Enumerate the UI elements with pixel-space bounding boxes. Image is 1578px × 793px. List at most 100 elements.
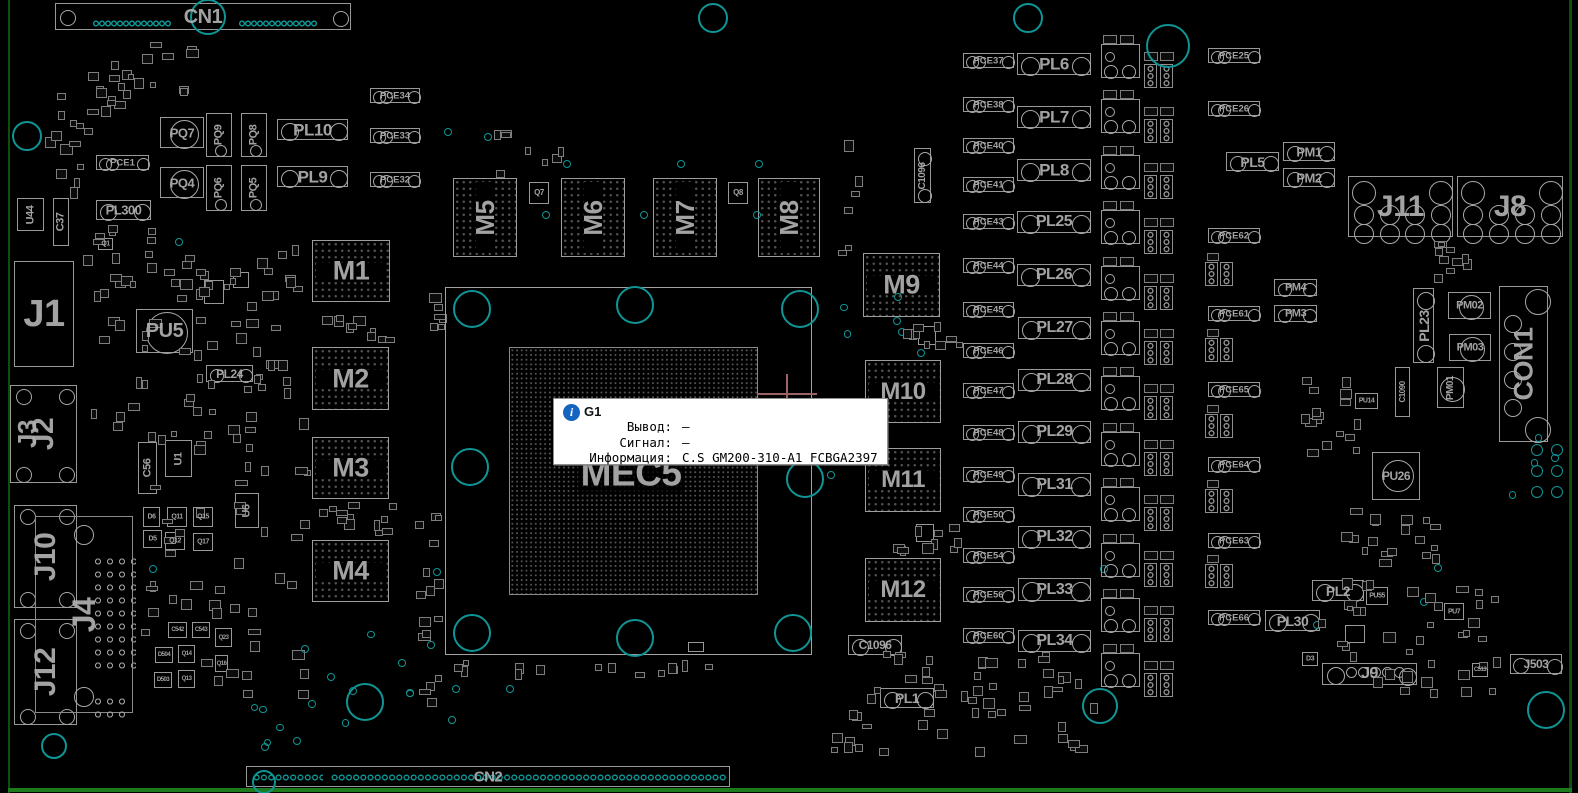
inductor-pm3[interactable]: PM3	[1274, 305, 1317, 322]
inductor-pl32[interactable]: PL32	[1018, 526, 1091, 548]
vrm-power-stage[interactable]	[1101, 99, 1140, 133]
inductor-c1096[interactable]: C1096	[848, 635, 902, 655]
memory-chip-m12[interactable]: M12	[865, 558, 941, 622]
inductor-pl5[interactable]: PL5	[1226, 152, 1279, 171]
inductor-pl26[interactable]: PL26	[1017, 264, 1091, 286]
component-q23[interactable]: Q23	[215, 628, 232, 647]
component-pu7[interactable]: PU7	[1444, 603, 1464, 620]
connector-j503[interactable]: J503	[1510, 654, 1562, 674]
resistor-pack-pce46[interactable]: PCE46	[963, 343, 1014, 358]
inductor-pl29[interactable]: PL29	[1018, 421, 1091, 443]
resistor-pack-pce60[interactable]: PCE60	[963, 628, 1014, 643]
component-pq9[interactable]: PQ9	[206, 113, 232, 157]
inductor-pl10[interactable]: PL10	[277, 119, 348, 140]
component-pu14[interactable]: PU14	[1355, 393, 1378, 409]
boardview-canvas[interactable]: CN1CN2J1J2J3J10J12J4J11J8CON1J9J503M1M2M…	[0, 0, 1578, 793]
memory-chip-m2[interactable]: M2	[312, 347, 389, 410]
memory-chip-m8[interactable]: M8	[758, 178, 820, 257]
vrm-power-stage[interactable]	[1101, 155, 1140, 189]
resistor-pack-pce56[interactable]: PCE56	[963, 587, 1014, 602]
component-d3[interactable]: D3	[1302, 652, 1318, 666]
resistor-pack-pce61[interactable]: PCE61	[1208, 306, 1260, 321]
resistor-pack-pce49[interactable]: PCE49	[963, 467, 1014, 482]
inductor-pl33[interactable]: PL33	[1018, 578, 1091, 601]
component-c542[interactable]: C542	[168, 622, 187, 638]
inductor-pl30[interactable]: PL30	[1265, 610, 1320, 631]
component-c543[interactable]: C543	[192, 622, 210, 638]
component-q7[interactable]: Q7	[529, 182, 549, 204]
component-q8[interactable]: Q8	[728, 182, 748, 204]
resistor-pack-pce25[interactable]: PCE25	[1208, 48, 1260, 63]
inductor-c1096[interactable]: C1096	[914, 148, 931, 203]
component-pq7[interactable]: PQ7	[160, 117, 204, 148]
resistor-pack-pce26[interactable]: PCE26	[1208, 101, 1260, 116]
component-pq6[interactable]: PQ6	[206, 165, 232, 211]
inductor-pl25[interactable]: PL25	[1017, 211, 1091, 233]
vrm-power-stage[interactable]	[1101, 653, 1140, 687]
connector-j2[interactable]: J2J3	[10, 385, 77, 483]
resistor-pack-pce41[interactable]: PCE41	[963, 177, 1014, 192]
vrm-power-stage[interactable]	[1101, 432, 1140, 466]
component-pm03[interactable]: PM03	[1449, 334, 1491, 361]
inductor-pl34[interactable]: PL34	[1018, 630, 1091, 652]
component-pm02[interactable]: PM02	[1448, 292, 1491, 319]
vrm-power-stage[interactable]	[1101, 321, 1140, 355]
component-d503[interactable]: D503	[154, 672, 172, 688]
memory-chip-m7[interactable]: M7	[653, 178, 717, 257]
inductor-pl1[interactable]: PL1	[880, 688, 934, 708]
component-d6[interactable]: D6	[143, 507, 160, 527]
memory-chip-m9[interactable]: M9	[863, 253, 940, 317]
inductor-pm1[interactable]: PM1	[1283, 142, 1335, 161]
resistor-pack-pce1[interactable]: PCE1	[96, 155, 149, 170]
inductor-pl31[interactable]: PL31	[1018, 473, 1091, 496]
component-u1[interactable]: U1	[165, 440, 192, 477]
inductor-pm2[interactable]: PM2	[1283, 168, 1335, 187]
resistor-pack-pce34[interactable]: PCE34	[370, 88, 420, 103]
vrm-power-stage[interactable]	[1101, 487, 1140, 521]
component-u44[interactable]: U44	[17, 198, 44, 231]
component-pm01[interactable]: PM01	[1437, 367, 1464, 408]
component-d5[interactable]: D5	[143, 530, 162, 548]
resistor-pack-pce54[interactable]: PCE54	[963, 548, 1014, 563]
resistor-pack-pce48[interactable]: PCE48	[963, 425, 1014, 440]
resistor-pack-pce32[interactable]: PCE32	[370, 172, 420, 187]
component-q14[interactable]: Q14	[178, 645, 195, 663]
component-pq8[interactable]: PQ8	[241, 113, 267, 157]
resistor-pack-pce38[interactable]: PCE38	[963, 97, 1014, 112]
inductor-pl300[interactable]: PL300	[96, 200, 151, 220]
inductor-pl28[interactable]: PL28	[1018, 369, 1091, 391]
inductor-pl7[interactable]: PL7	[1017, 106, 1091, 128]
resistor-pack-pce65[interactable]: PCE65	[1208, 382, 1260, 397]
memory-chip-m3[interactable]: M3	[312, 437, 389, 499]
resistor-pack-pce43[interactable]: PCE43	[963, 214, 1014, 229]
vrm-power-stage[interactable]	[1101, 543, 1140, 577]
component-pu26[interactable]: PU26	[1372, 452, 1420, 500]
component-d504[interactable]: D504	[155, 647, 173, 663]
component-q13[interactable]: Q13	[178, 670, 195, 688]
resistor-pack-pce50[interactable]: PCE50	[963, 507, 1014, 522]
component-q17[interactable]: Q17	[193, 533, 213, 551]
resistor-pack-pce44[interactable]: PCE44	[963, 258, 1014, 273]
resistor-pack-pce63[interactable]: PCE63	[1208, 533, 1260, 548]
inductor-pl6[interactable]: PL6	[1017, 53, 1091, 75]
memory-chip-m5[interactable]: M5	[453, 178, 517, 257]
component-pq4[interactable]: PQ4	[160, 167, 204, 198]
memory-chip-m6[interactable]: M6	[561, 178, 625, 257]
connector-j1[interactable]: J1	[14, 261, 74, 367]
resistor-pack-pce45[interactable]: PCE45	[963, 302, 1014, 317]
component-c1090[interactable]: C1090	[1395, 367, 1410, 417]
vrm-power-stage[interactable]	[1101, 266, 1140, 300]
resistor-pack-pce64[interactable]: PCE64	[1208, 457, 1260, 472]
resistor-pack-pce47[interactable]: PCE47	[963, 383, 1014, 398]
inductor-pl2[interactable]: PL2	[1312, 580, 1364, 601]
resistor-pack-pce33[interactable]: PCE33	[370, 128, 420, 143]
connector-cn2[interactable]: CN2	[246, 766, 730, 787]
resistor-pack-pce62[interactable]: PCE62	[1208, 228, 1260, 243]
connector-j11[interactable]: J11	[1348, 176, 1453, 237]
resistor-pack-pce37[interactable]: PCE37	[963, 53, 1014, 68]
vrm-power-stage[interactable]	[1101, 210, 1140, 244]
inductor-pm4[interactable]: PM4	[1274, 279, 1317, 296]
memory-chip-m4[interactable]: M4	[312, 540, 389, 602]
connector-con1[interactable]: CON1	[1499, 286, 1548, 442]
memory-chip-m1[interactable]: M1	[312, 240, 390, 302]
